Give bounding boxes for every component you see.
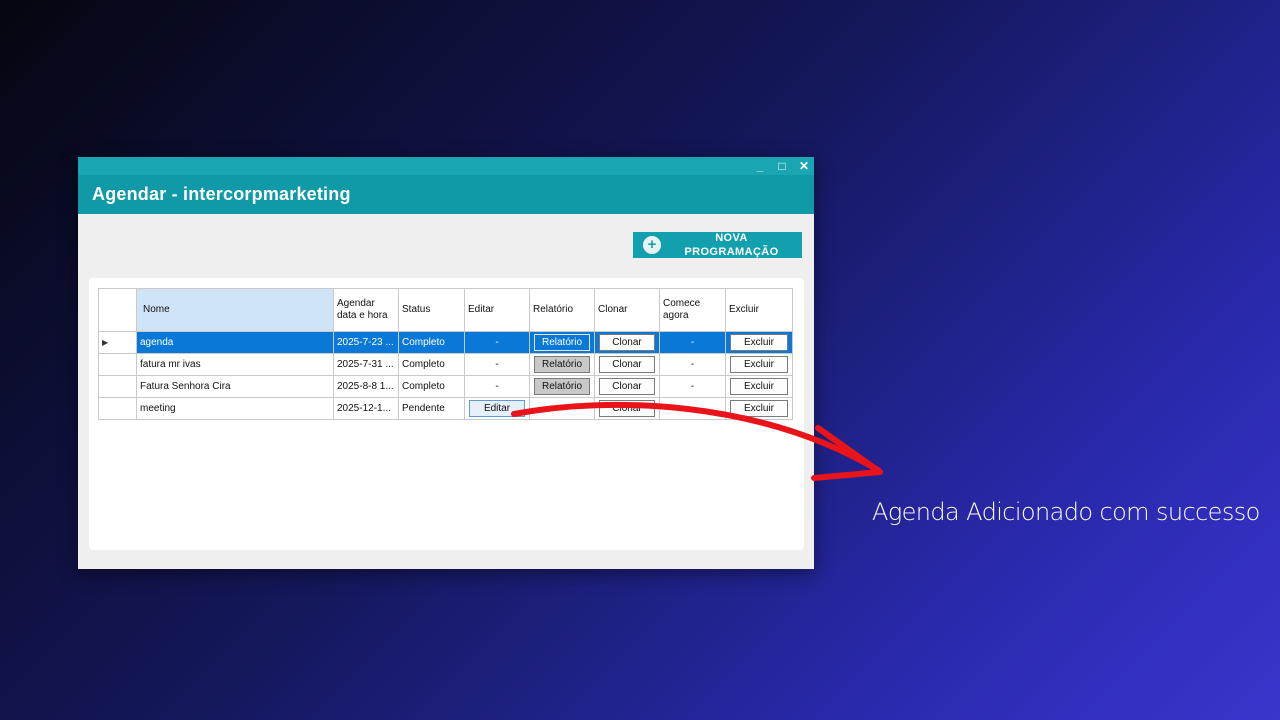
cell-clonar: Clonar [594, 397, 660, 420]
cell-clonar: Clonar [594, 353, 660, 376]
comece-header-line1: Comece [663, 298, 701, 309]
relatorio-button[interactable]: Relatório [534, 378, 590, 395]
maximize-icon[interactable]: □ [776, 159, 788, 173]
column-header-nome[interactable]: Nome [136, 288, 334, 332]
agendar-header-line1: Agendar [337, 298, 375, 309]
window-controls: _ □ ✕ [754, 157, 810, 175]
excluir-button[interactable]: Excluir [730, 378, 788, 395]
clonar-button[interactable]: Clonar [599, 400, 655, 417]
cell-nome[interactable]: agenda [136, 331, 334, 354]
cell-excluir: Excluir [725, 375, 793, 398]
row-header-corner [98, 288, 137, 332]
plus-circle-icon: + [643, 236, 661, 254]
table-row[interactable]: meeting 2025-12-1... Pendente Editar Clo… [98, 397, 793, 420]
relatorio-button[interactable]: Relatório [534, 334, 590, 351]
cell-status[interactable]: Completo [398, 331, 465, 354]
cell-status[interactable]: Completo [398, 375, 465, 398]
column-header-editar[interactable]: Editar [464, 288, 530, 332]
window-title: Agendar - intercorpmarketing [92, 184, 351, 204]
cell-excluir: Excluir [725, 331, 793, 354]
cell-relatorio [529, 397, 595, 420]
cell-agendar[interactable]: 2025-7-23 ... [333, 331, 399, 354]
row-header[interactable] [98, 353, 137, 376]
cell-comece: - [659, 331, 726, 354]
cell-relatorio: Relatório [529, 353, 595, 376]
cell-nome[interactable]: Fatura Senhora Cira [136, 375, 334, 398]
cell-relatorio: Relatório [529, 375, 595, 398]
column-header-status[interactable]: Status [398, 288, 465, 332]
column-header-relatorio[interactable]: Relatório [529, 288, 595, 332]
cell-agendar[interactable]: 2025-7-31 ... [333, 353, 399, 376]
comece-header-line2: agora [663, 310, 689, 321]
cell-editar: - [464, 353, 530, 376]
relatorio-button[interactable]: Relatório [534, 356, 590, 373]
clonar-button[interactable]: Clonar [599, 334, 655, 351]
column-header-agendar[interactable]: Agendar data e hora [333, 288, 399, 332]
cell-editar: - [464, 375, 530, 398]
cell-editar: - [464, 331, 530, 354]
table-row[interactable]: ▶ agenda 2025-7-23 ... Completo - Relató… [98, 331, 793, 354]
cell-agendar[interactable]: 2025-12-1... [333, 397, 399, 420]
cell-comece: - [659, 353, 726, 376]
column-header-clonar[interactable]: Clonar [594, 288, 660, 332]
excluir-button[interactable]: Excluir [730, 356, 788, 373]
close-icon[interactable]: ✕ [798, 159, 810, 173]
clonar-button[interactable]: Clonar [599, 378, 655, 395]
title-bar: _ □ ✕ [78, 157, 814, 175]
row-header[interactable] [98, 375, 137, 398]
cell-agendar[interactable]: 2025-8-8 1... [333, 375, 399, 398]
clonar-button[interactable]: Clonar [599, 356, 655, 373]
cell-excluir: Excluir [725, 353, 793, 376]
grid-header-row: Nome Agendar data e hora Status Editar Re… [98, 288, 793, 332]
schedule-window: _ □ ✕ Agendar - intercorpmarketing + NOV… [78, 157, 814, 569]
grid-panel: Nome Agendar data e hora Status Editar Re… [89, 278, 804, 550]
table-row[interactable]: fatura mr ivas 2025-7-31 ... Completo - … [98, 353, 793, 376]
cell-nome[interactable]: meeting [136, 397, 334, 420]
nova-label-line2: PROGRAMAÇÃO [684, 246, 779, 258]
row-selected-marker-icon[interactable]: ▶ [98, 331, 137, 354]
nova-label-line1: NOVA [715, 232, 748, 244]
cell-status[interactable]: Completo [398, 353, 465, 376]
minimize-icon[interactable]: _ [754, 159, 766, 173]
nova-programacao-button[interactable]: + NOVA PROGRAMAÇÃO [633, 232, 802, 258]
cell-relatorio: Relatório [529, 331, 595, 354]
success-caption: Agenda Adicionado com successo [872, 498, 1260, 526]
cell-editar: Editar [464, 397, 530, 420]
cell-comece: - [659, 375, 726, 398]
row-header[interactable] [98, 397, 137, 420]
agendar-header-line2: data e hora [337, 310, 388, 321]
cell-clonar: Clonar [594, 375, 660, 398]
nova-programacao-label: NOVA PROGRAMAÇÃO [661, 231, 802, 259]
excluir-button[interactable]: Excluir [730, 334, 788, 351]
cell-excluir: Excluir [725, 397, 793, 420]
editar-button[interactable]: Editar [469, 400, 525, 417]
cell-nome[interactable]: fatura mr ivas [136, 353, 334, 376]
column-header-comece[interactable]: Comece agora [659, 288, 726, 332]
window-header: Agendar - intercorpmarketing [78, 175, 814, 214]
schedule-grid: Nome Agendar data e hora Status Editar Re… [98, 288, 793, 420]
cell-comece [659, 397, 726, 420]
cell-status[interactable]: Pendente [398, 397, 465, 420]
table-row[interactable]: Fatura Senhora Cira 2025-8-8 1... Comple… [98, 375, 793, 398]
cell-clonar: Clonar [594, 331, 660, 354]
excluir-button[interactable]: Excluir [730, 400, 788, 417]
column-header-excluir[interactable]: Excluir [725, 288, 793, 332]
